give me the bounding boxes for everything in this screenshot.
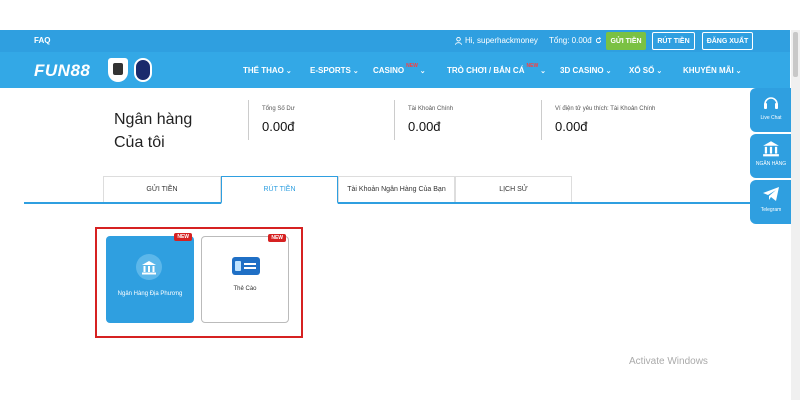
tab-bank-accounts[interactable]: Tài Khoản Ngân Hàng Của Bạn — [338, 176, 455, 202]
chevron-down-icon: ⌄ — [735, 67, 742, 75]
nav-item-label: CASINO — [373, 66, 405, 75]
chevron-down-icon: ⌄ — [419, 67, 426, 75]
chevron-down-icon: ⌄ — [540, 67, 547, 75]
user-icon — [455, 36, 462, 45]
side-label: Telegram — [760, 207, 782, 213]
nav-item-label: E-SPORTS — [310, 66, 351, 75]
nav-item-lottery[interactable]: XỔ SỐ ⌄ — [629, 66, 662, 75]
summary-favorite-wallet: Ví điện tử yêu thích: Tài Khoản Chính 0.… — [541, 100, 655, 140]
deposit-button[interactable]: GỬI TIỀN — [606, 32, 646, 50]
telegram-button[interactable]: Telegram — [750, 180, 792, 224]
scrollbar[interactable] — [791, 30, 800, 400]
username-text: Hi, superhackmoney — [465, 36, 538, 45]
nav-item-sports[interactable]: THỂ THAO ⌄ — [243, 66, 292, 75]
new-badge: NEW — [174, 233, 192, 241]
tab-deposit[interactable]: GỬI TIỀN — [103, 176, 221, 202]
nav-item-label: TRÒ CHƠI / BẮN CÁ — [447, 66, 525, 75]
new-badge: NEW — [526, 62, 539, 69]
live-chat-button[interactable]: Live Chat — [750, 88, 792, 132]
fun88-logo[interactable]: FUN88 — [34, 61, 90, 81]
withdraw-button[interactable]: RÚT TIỀN — [652, 32, 695, 50]
method-scratch-card[interactable]: NEW Thẻ Cào — [201, 234, 289, 323]
chevron-down-icon: ⌄ — [605, 67, 612, 75]
new-badge: NEW — [406, 62, 418, 69]
summary-value: 0.00đ — [408, 119, 441, 134]
bank-button[interactable]: NGÂN HÀNG — [750, 134, 792, 178]
method-label: Ngân Hàng Địa Phương — [117, 291, 183, 297]
total-balance-text: Tổng: 0.00đ — [549, 36, 592, 45]
summary-label: Ví điện tử yêu thích: Tài Khoản Chính — [555, 106, 656, 112]
total-balance: Tổng: 0.00đ — [549, 36, 602, 45]
page-title-line2: Của tôi — [114, 134, 165, 151]
summary-label: Tài Khoản Chính — [408, 106, 454, 112]
user-greeting[interactable]: Hi, superhackmoney — [455, 36, 538, 45]
new-badge: NEW — [268, 234, 286, 242]
method-local-bank[interactable]: NEW Ngân Hàng Địa Phương — [106, 233, 194, 323]
scratch-card-icon — [232, 257, 260, 275]
top-bar: FAQ Hi, superhackmoney Tổng: 0.00đ GỬI T… — [0, 30, 790, 52]
nav-item-label: KHUYẾN MÃI — [683, 66, 734, 75]
nav-item-label: 3D CASINO — [560, 66, 604, 75]
side-label: NGÂN HÀNG — [755, 161, 787, 167]
telegram-icon — [750, 186, 792, 204]
activate-windows-watermark: Activate Windows — [629, 356, 708, 367]
page-title-line1: Ngân hàng — [114, 111, 193, 128]
summary-total-balance: Tổng Số Dư 0.00đ — [248, 100, 295, 140]
main-nav: FUN88 THỂ THAO ⌄ E-SPORTS ⌄ CASINO NEW ⌄… — [0, 52, 790, 88]
chevron-down-icon: ⌄ — [285, 67, 292, 75]
summary-label: Tổng Số Dư — [262, 106, 295, 112]
logout-button[interactable]: ĐĂNG XUẤT — [702, 32, 753, 50]
headset-icon — [750, 94, 792, 112]
tabs-underline — [24, 202, 750, 204]
summary-value: 0.00đ — [555, 119, 588, 134]
nav-item-label: XỔ SỐ — [629, 66, 655, 75]
refresh-icon[interactable] — [595, 37, 602, 44]
chevron-down-icon: ⌄ — [656, 67, 663, 75]
nav-item-3d-casino[interactable]: 3D CASINO ⌄ — [560, 66, 611, 75]
scrollbar-thumb[interactable] — [793, 32, 798, 77]
tottenham-crest-icon — [134, 58, 152, 82]
nav-item-promotions[interactable]: KHUYẾN MÃI ⌄ — [683, 66, 742, 75]
tab-history[interactable]: LỊCH SỬ — [455, 176, 572, 202]
tab-withdraw[interactable]: RÚT TIỀN — [221, 176, 338, 204]
faq-link[interactable]: FAQ — [34, 36, 50, 45]
bank-icon — [750, 140, 792, 158]
method-label: Thẻ Cào — [233, 286, 257, 292]
nav-item-casino[interactable]: CASINO NEW ⌄ — [373, 62, 426, 76]
chevron-down-icon: ⌄ — [352, 67, 359, 75]
nav-item-esports[interactable]: E-SPORTS ⌄ — [310, 66, 359, 75]
summary-main-account: Tài Khoản Chính 0.00đ — [394, 100, 453, 140]
bank-icon — [136, 254, 162, 280]
newcastle-crest-icon — [108, 58, 128, 82]
summary-value: 0.00đ — [262, 119, 295, 134]
nav-item-label: THỂ THAO — [243, 66, 284, 75]
nav-item-games-fishing[interactable]: TRÒ CHƠI / BẮN CÁ NEW ⌄ — [447, 62, 547, 76]
side-label: Live Chat — [760, 115, 782, 121]
